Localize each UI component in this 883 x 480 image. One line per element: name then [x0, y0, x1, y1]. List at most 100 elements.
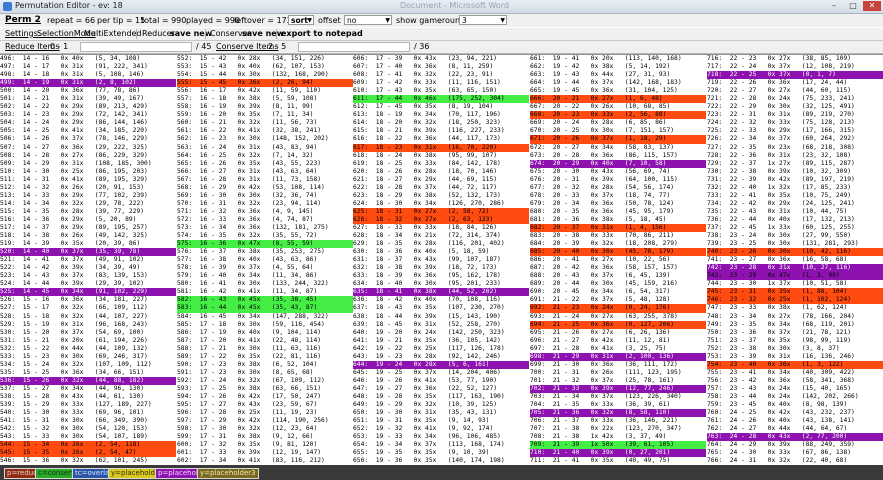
perm-label[interactable]: Perm 2 [5, 15, 41, 25]
list-item[interactable]: 751: 23 - 37 0x 35x (98, 99, 119) [707, 337, 883, 345]
list-item[interactable]: 582: 16 - 43 0x 45x (35, 38, 45) [177, 296, 353, 305]
list-item[interactable]: 608: 17 - 41 0x 32x (22, 23, 91) [353, 71, 529, 79]
list-item[interactable]: 762: 24 - 27 0x 44x (44, 64, 67) [707, 425, 883, 433]
list-item[interactable]: 686: 20 - 41 0x 27x (10, 22, 56) [530, 256, 706, 264]
minimize-icon[interactable]: – [825, 1, 843, 11]
list-item[interactable]: 518: 14 - 38 0x 26x (49, 142, 325) [0, 232, 176, 240]
list-item[interactable]: 576: 16 - 37 0x 38x (35, 253, 275) [177, 248, 353, 256]
list-item[interactable]: 684: 20 - 39 0x 32x (18, 208, 279) [530, 240, 706, 248]
list-item[interactable]: 496: 14 - 16 0x 40x (5, 34, 108) [0, 55, 176, 63]
list-item[interactable]: 728: 22 - 36 0x 31x (23, 32, 108) [707, 152, 883, 160]
list-item[interactable]: 601: 17 - 33 0x 39x (12, 19, 147) [177, 449, 353, 457]
list-item[interactable]: 515: 14 - 35 0x 28x (39, 77, 229) [0, 208, 176, 216]
list-item[interactable]: 746: 23 - 32 0x 25x (1, 102, 124) [707, 296, 883, 305]
list-item[interactable]: 581: 16 - 42 0x 41x (11, 34, 87) [177, 288, 353, 296]
list-item[interactable]: 516: 14 - 36 0x 29x (5, 20, 89) [0, 216, 176, 224]
list-item[interactable]: 597: 17 - 29 0x 42x (114, 190, 256) [177, 417, 353, 425]
show-gamerounds-dropdown[interactable]: 3 ▼ [459, 15, 507, 25]
list-item[interactable]: 508: 14 - 28 0x 27x (86, 229, 329) [0, 152, 176, 160]
list-item[interactable]: 655: 19 - 35 0x 35x (9, 10, 39) [353, 449, 529, 457]
list-item[interactable]: 526: 15 - 16 0x 36x (34, 181, 227) [0, 296, 176, 304]
list-item[interactable]: 682: 20 - 37 0x 31x (1, 4, 156) [530, 223, 706, 233]
list-item[interactable]: 594: 17 - 26 0x 42x (17, 50, 247) [177, 393, 353, 401]
list-item[interactable]: 506: 14 - 26 0x 37x (78, 146, 229) [0, 135, 176, 143]
list-item[interactable]: 525: 14 - 45 0x 34x (91, 102, 229) [0, 288, 176, 297]
list-item[interactable]: 723: 22 - 31 0x 31x (89, 219, 270) [707, 111, 883, 119]
list-item[interactable]: 720: 22 - 27 0x 27x (44, 60, 115) [707, 87, 883, 95]
list-item[interactable]: 750: 23 - 36 0x 37x (21, 78, 121) [707, 329, 883, 337]
list-item[interactable]: 533: 15 - 23 0x 30x (69, 246, 317) [0, 353, 176, 361]
list-item[interactable]: 675: 20 - 30 0x 43x (56, 69, 74) [530, 168, 706, 176]
list-item[interactable]: 598: 17 - 30 0x 32x (12, 23, 64) [177, 425, 353, 433]
list-item[interactable]: 673: 20 - 28 0x 36x (86, 115, 157) [530, 152, 706, 160]
list-item[interactable]: 702: 21 - 33 0x 39x (12, 77, 246) [530, 384, 706, 393]
list-item[interactable]: 524: 14 - 44 0x 39x (29, 39, 102) [0, 280, 176, 288]
list-item[interactable]: 563: 16 - 24 0x 31x (43, 83, 94) [177, 144, 353, 152]
list-item[interactable]: 522: 14 - 42 0x 39x (34, 39, 49) [0, 264, 176, 272]
list-item[interactable]: 668: 20 - 23 0x 33x (2, 56, 88) [530, 111, 706, 120]
list-item[interactable]: 721: 22 - 28 0x 24x (75, 233, 241) [707, 95, 883, 103]
list-item[interactable]: 709: 21 - 39 1x 50x (39, 61, 105) [530, 441, 706, 450]
conserve-items-field[interactable] [298, 42, 410, 52]
list-item[interactable]: 641: 19 - 21 0x 35x (36, 105, 142) [353, 337, 529, 345]
list-item[interactable]: 623: 18 - 29 0x 38x (52, 132, 173) [353, 192, 529, 200]
list-item[interactable]: 667: 20 - 22 0x 26x (10, 68, 85) [530, 103, 706, 111]
list-item[interactable]: 650: 19 - 30 0x 31x (35, 43, 131) [353, 409, 529, 417]
list-item[interactable]: 507: 14 - 27 0x 36x (29, 222, 325) [0, 144, 176, 152]
list-item[interactable]: 521: 14 - 41 0x 37x (49, 91, 102) [0, 256, 176, 264]
list-item[interactable]: 732: 22 - 40 1x 32x (17, 85, 233) [707, 184, 883, 192]
list-item[interactable]: 648: 19 - 28 0x 35x (117, 163, 190) [353, 393, 529, 401]
list-item[interactable]: 656: 19 - 36 0x 35x (140, 174, 198) [353, 457, 529, 465]
list-item[interactable]: 669: 20 - 24 0x 28x (6, 85, 86) [530, 119, 706, 127]
list-item[interactable]: 560: 16 - 21 0x 32x (11, 56, 73) [177, 119, 353, 127]
list-item[interactable]: 698: 21 - 29 0x 31x (2, 100, 136) [530, 352, 706, 361]
list-item[interactable]: 536: 15 - 26 0x 32x (44, 88, 182) [0, 376, 176, 385]
list-item[interactable]: 758: 23 - 44 0x 24x (142, 202, 266) [707, 393, 883, 401]
list-item[interactable]: 558: 16 - 19 0x 39x (8, 11, 99) [177, 103, 353, 111]
list-item[interactable]: 523: 14 - 43 0x 37x (83, 139, 153) [0, 272, 176, 280]
list-item[interactable]: 693: 21 - 24 0x 27x (63, 255, 378) [530, 313, 706, 321]
list-item[interactable]: 580: 16 - 41 0x 30x (133, 244, 322) [177, 280, 353, 288]
list-item[interactable]: 699: 21 - 30 0x 36x (36, 111, 172) [530, 361, 706, 369]
list-item[interactable]: 757: 23 - 43 0x 24x (15, 40, 165) [707, 385, 883, 393]
list-item[interactable]: 531: 15 - 21 0x 20x (61, 194, 226) [0, 337, 176, 345]
list-item[interactable]: 614: 18 - 20 0x 32x (18, 250, 323) [353, 119, 529, 127]
list-item[interactable]: 739: 23 - 25 0x 30x (131, 281, 293) [707, 240, 883, 248]
list-item[interactable]: 706: 21 - 37 0x 33x (36, 146, 221) [530, 417, 706, 425]
permutation-list[interactable]: 496: 14 - 16 0x 40x (5, 34, 108) 497: 14 … [0, 54, 883, 465]
list-item[interactable]: 730: 22 - 38 0x 39x (10, 32, 309) [707, 168, 883, 176]
list-item[interactable]: 554: 15 - 44 0x 30x (132, 168, 290) [177, 71, 353, 79]
list-item[interactable]: 543: 15 - 33 0x 30x (54, 107, 189) [0, 433, 176, 441]
close-icon[interactable]: ✕ [863, 1, 881, 11]
list-item[interactable]: 498: 14 - 18 0x 31x (5, 108, 146) [0, 71, 176, 79]
list-item[interactable]: 497: 14 - 17 0x 31x (91, 222, 341) [0, 63, 176, 71]
list-item[interactable]: 704: 21 - 35 0x 33x (36, 39, 61) [530, 401, 706, 409]
list-item[interactable]: 676: 20 - 31 0x 39x (64, 100, 115) [530, 176, 706, 184]
list-item[interactable]: 556: 16 - 17 0x 42x (11, 59, 110) [177, 87, 353, 95]
list-item[interactable]: 591: 17 - 23 0x 30x (8, 65, 68) [177, 369, 353, 377]
list-item[interactable]: 735: 22 - 43 0x 31x (10, 44, 75) [707, 208, 883, 216]
list-item[interactable]: 749: 23 - 35 0x 34x (68, 119, 201) [707, 321, 883, 329]
list-item[interactable]: 527: 15 - 17 0x 32x (66, 109, 112) [0, 304, 176, 312]
list-item[interactable]: 592: 17 - 24 0x 32x (67, 109, 112) [177, 377, 353, 385]
list-item[interactable]: 653: 19 - 33 0x 34x (96, 106, 485) [353, 433, 529, 441]
list-item[interactable]: 696: 21 - 27 0x 42x (11, 12, 81) [530, 337, 706, 345]
list-item[interactable]: 568: 16 - 29 0x 42x (53, 108, 114) [177, 184, 353, 192]
list-item[interactable]: 670: 20 - 25 0x 30x (7, 151, 157) [530, 127, 706, 135]
list-item[interactable]: 744: 23 - 30 1x 37x (10, 51, 58) [707, 280, 883, 288]
list-item[interactable]: 630: 18 - 36 0x 40x (5, 18, 59) [353, 248, 529, 256]
conserver-save-new-button[interactable]: save new [242, 28, 284, 40]
list-item[interactable]: 631: 18 - 37 0x 43x (99, 107, 187) [353, 256, 529, 264]
list-item[interactable]: 729: 22 - 37 1x 27x (89, 115, 287) [707, 160, 883, 168]
list-item[interactable]: 566: 16 - 27 0x 31x (43, 63, 64) [177, 168, 353, 176]
list-item[interactable]: 681: 20 - 36 0x 38x (5, 18, 45) [530, 216, 706, 224]
list-item[interactable]: 557: 16 - 18 0x 38x (5, 59, 108) [177, 95, 353, 103]
list-item[interactable]: 753: 23 - 39 0x 31x (16, 136, 246) [707, 353, 883, 361]
list-item[interactable]: 759: 23 - 45 0x 40x (8, 98, 139) [707, 401, 883, 409]
list-item[interactable]: 555: 15 - 45 0x 36x (2, 26, 94) [177, 79, 353, 88]
list-item[interactable]: 593: 17 - 25 0x 38x (63, 66, 151) [177, 385, 353, 393]
list-item[interactable]: 528: 15 - 18 0x 32x (44, 107, 227) [0, 313, 176, 321]
list-item[interactable]: 638: 18 - 44 0x 39x (15, 143, 190) [353, 313, 529, 321]
list-item[interactable]: 616: 18 - 22 0x 36x (44, 117, 173) [353, 135, 529, 143]
list-item[interactable]: 502: 14 - 22 0x 29x (89, 213, 429) [0, 103, 176, 111]
